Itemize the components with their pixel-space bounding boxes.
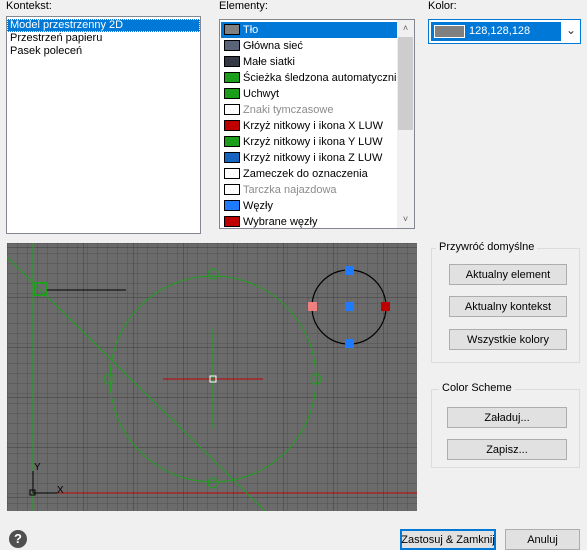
- kontekst-item[interactable]: Model przestrzenny 2D: [7, 19, 200, 32]
- color-swatch: [224, 24, 240, 35]
- elementy-item-label: Tło: [243, 24, 259, 36]
- kontekst-label: Kontekst:: [6, 0, 52, 12]
- color-swatch: [224, 200, 240, 211]
- elementy-item[interactable]: Główna sieć: [221, 38, 397, 54]
- color-swatch: [224, 152, 240, 163]
- kolor-swatch: [434, 25, 465, 38]
- grip-node: [345, 266, 354, 275]
- chevron-down-icon[interactable]: ⌄: [566, 23, 576, 37]
- elementy-item-label: Krzyż nitkowy i ikona Y LUW: [243, 136, 383, 148]
- elementy-scrollbar[interactable]: ˄ ˅: [397, 20, 414, 228]
- restore-defaults-title: Przywróć domyślne: [436, 241, 538, 253]
- restore-current-element-button[interactable]: Aktualny element: [449, 264, 567, 285]
- elementy-listbox[interactable]: Tło Główna sieć Małe siatki Ścieżka śled…: [219, 19, 415, 229]
- color-swatch: [224, 72, 240, 83]
- elementy-item[interactable]: Krzyż nitkowy i ikona X LUW: [221, 118, 397, 134]
- kontekst-listbox[interactable]: Model przestrzenny 2D Przestrzeń papieru…: [6, 16, 201, 234]
- preview-drawing: Y X: [7, 243, 417, 511]
- preview-canvas: Y X: [7, 243, 417, 511]
- elementy-item[interactable]: Małe siatki: [221, 54, 397, 70]
- kolor-label: Kolor:: [428, 0, 457, 12]
- elementy-item[interactable]: Krzyż nitkowy i ikona Z LUW: [221, 150, 397, 166]
- elementy-item[interactable]: Uchwyt: [221, 86, 397, 102]
- scrollbar-thumb[interactable]: [398, 37, 413, 130]
- help-icon[interactable]: ?: [9, 530, 27, 548]
- color-swatch: [224, 216, 240, 227]
- color-swatch: [224, 40, 240, 51]
- scroll-up-icon[interactable]: ˄: [397, 20, 414, 37]
- color-swatch: [224, 56, 240, 67]
- color-scheme-title: Color Scheme: [439, 382, 515, 394]
- kolor-selected-item: 128,128,128: [431, 22, 561, 41]
- elementy-item-label: Uchwyt: [243, 88, 280, 100]
- elementy-item[interactable]: Znaki tymczasowe: [221, 102, 397, 118]
- scroll-down-icon[interactable]: ˅: [397, 211, 414, 228]
- color-swatch: [224, 168, 240, 179]
- ucs-y-label: Y: [34, 462, 41, 473]
- elementy-items: Tło Główna sieć Małe siatki Ścieżka śled…: [221, 22, 403, 228]
- elementy-item[interactable]: Zameczek do oznaczenia: [221, 166, 397, 182]
- elementy-item[interactable]: Tło: [221, 22, 397, 38]
- color-swatch: [224, 104, 240, 115]
- save-scheme-button[interactable]: Zapisz...: [447, 439, 567, 460]
- restore-current-context-button[interactable]: Aktualny kontekst: [449, 296, 567, 317]
- elementy-item-label: Tarczka najazdowa: [243, 184, 337, 196]
- kolor-value: 128,128,128: [469, 25, 531, 37]
- cancel-button[interactable]: Anuluj: [505, 529, 580, 550]
- elementy-item-label: Główna sieć: [243, 40, 303, 52]
- grip-node: [345, 302, 354, 311]
- apply-close-button[interactable]: Zastosuj & Zamknij: [400, 529, 496, 550]
- grip-node-hover: [308, 302, 317, 311]
- elementy-item-label: Krzyż nitkowy i ikona Z LUW: [243, 152, 383, 164]
- elementy-item[interactable]: Węzły: [221, 198, 397, 214]
- color-swatch: [224, 88, 240, 99]
- kontekst-item[interactable]: Pasek poleceń: [7, 45, 200, 58]
- elementy-item-label: Zameczek do oznaczenia: [243, 168, 368, 180]
- elementy-item-label: Ścieżka śledzona automatycznie: [243, 72, 403, 84]
- elementy-item[interactable]: Krzyż nitkowy i ikona Y LUW: [221, 134, 397, 150]
- kolor-combobox[interactable]: 128,128,128 ⌄: [428, 19, 581, 44]
- restore-all-colors-button[interactable]: Wszystkie kolory: [449, 329, 567, 350]
- color-swatch: [224, 184, 240, 195]
- elementy-item-label: Małe siatki: [243, 56, 295, 68]
- grip-node: [345, 339, 354, 348]
- ucs-x-label: X: [57, 485, 64, 496]
- elementy-item-label: Wybrane węzły: [243, 216, 318, 228]
- elementy-item[interactable]: Ścieżka śledzona automatycznie: [221, 70, 403, 86]
- kontekst-item[interactable]: Przestrzeń papieru: [7, 32, 200, 45]
- elementy-item[interactable]: Tarczka najazdowa: [221, 182, 397, 198]
- color-swatch: [224, 120, 240, 131]
- load-scheme-button[interactable]: Załaduj...: [447, 407, 567, 428]
- major-grid: [7, 243, 417, 511]
- elementy-label: Elementy:: [219, 0, 268, 12]
- grip-node-selected: [381, 302, 390, 311]
- color-swatch: [224, 136, 240, 147]
- elementy-item-label: Znaki tymczasowe: [243, 104, 334, 116]
- elementy-item[interactable]: Wybrane węzły: [221, 214, 397, 228]
- elementy-item-label: Węzły: [243, 200, 273, 212]
- elementy-item-label: Krzyż nitkowy i ikona X LUW: [243, 120, 383, 132]
